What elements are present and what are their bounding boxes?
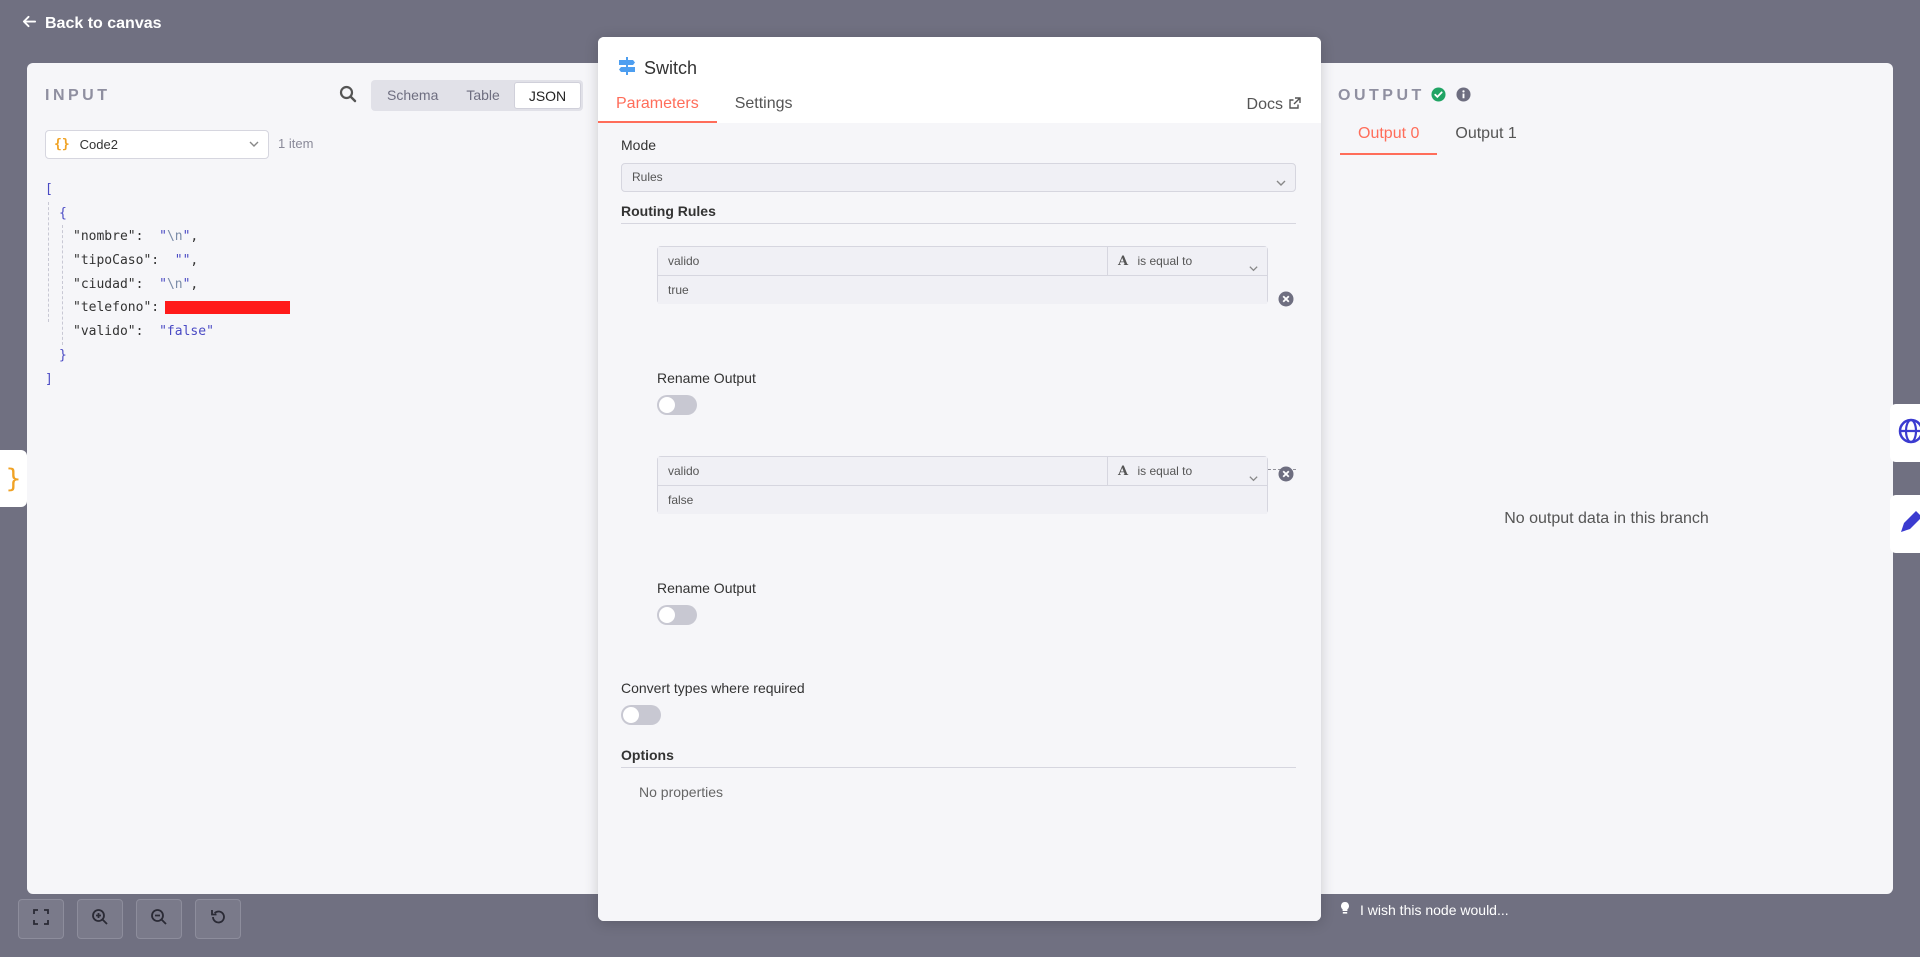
json-line: "tipoCaso": "",	[73, 253, 199, 269]
remove-rule-2-button[interactable]	[1278, 466, 1294, 482]
view-option-schema[interactable]: Schema	[373, 82, 452, 109]
json-line: }	[59, 347, 67, 363]
rule-2-operator-value: is equal to	[1137, 464, 1193, 478]
feature-request-link[interactable]: I wish this node would...	[1338, 901, 1509, 918]
remove-circle-icon	[1278, 466, 1294, 486]
pencil-icon	[1898, 509, 1920, 540]
next-node-tab-edit[interactable]	[1890, 495, 1920, 553]
parameters-panel: Mode Rules Routing Rules valido A is equ…	[598, 123, 1321, 921]
json-line: ]	[45, 371, 53, 387]
options-divider	[621, 767, 1296, 768]
zoom-out-icon	[150, 908, 168, 931]
docs-link[interactable]: Docs	[1247, 96, 1301, 114]
zoom-out-button[interactable]	[136, 899, 182, 939]
routing-rule-1: valido A is equal to true	[657, 246, 1268, 304]
chevron-down-icon	[1248, 466, 1259, 482]
zoom-in-button[interactable]	[77, 899, 123, 939]
next-node-tab-http[interactable]	[1890, 404, 1920, 462]
view-option-json[interactable]: JSON	[513, 82, 582, 109]
input-panel: INPUT Schema Table JSON {} Code2 1 item …	[27, 63, 597, 894]
json-line: "nombre": "\n",	[73, 229, 199, 245]
rule-2-left-value[interactable]: valido	[658, 457, 1108, 486]
rule-1-operator-value: is equal to	[1137, 254, 1193, 268]
json-line: "telefono":	[45, 296, 291, 320]
undo-icon	[209, 908, 227, 931]
tab-output-0[interactable]: Output 0	[1340, 125, 1438, 155]
convert-types-toggle[interactable]	[621, 705, 661, 725]
json-line: {	[59, 205, 67, 221]
empty-output-message: No output data in this branch	[1504, 510, 1709, 527]
routing-rules-divider	[621, 223, 1296, 224]
output-panel-title: OUTPUT	[1338, 87, 1425, 104]
remove-rule-1-button[interactable]	[1278, 291, 1294, 307]
zoom-in-icon	[91, 908, 109, 931]
view-mode-toggle: Schema Table JSON	[371, 80, 584, 111]
json-line: [	[45, 182, 53, 197]
rule-1-right-value[interactable]: true	[658, 276, 1267, 304]
mode-select-value: Rules	[632, 170, 663, 184]
chevron-down-icon	[1248, 256, 1259, 272]
output-tabs: Output 0 Output 1	[1340, 125, 1535, 155]
rule-2-right-value[interactable]: false	[658, 486, 1267, 514]
rule-1-left-value[interactable]: valido	[658, 247, 1108, 276]
feature-request-label: I wish this node would...	[1360, 901, 1509, 918]
search-icon	[339, 85, 357, 107]
modal-tabs: Parameters Settings	[598, 95, 811, 123]
back-to-canvas-label: Back to canvas	[45, 15, 162, 32]
canvas-zoom-controls	[18, 899, 241, 939]
arrow-left-icon	[22, 14, 37, 34]
reset-zoom-button[interactable]	[195, 899, 241, 939]
tab-settings[interactable]: Settings	[717, 95, 811, 123]
tab-output-1[interactable]: Output 1	[1437, 125, 1534, 155]
rule-2-rename-output-label: Rename Output	[657, 580, 756, 596]
chevron-down-icon	[1275, 172, 1287, 186]
rule-2-operator-select[interactable]: A is equal to	[1108, 457, 1267, 486]
chevron-down-icon	[248, 138, 260, 150]
string-type-icon: A	[1118, 254, 1129, 269]
routing-rule-2-box: valido A is equal to false	[657, 456, 1268, 514]
lightbulb-icon	[1338, 901, 1352, 918]
input-node-select-value: Code2	[79, 137, 118, 152]
back-to-canvas-link[interactable]: Back to canvas	[22, 14, 162, 34]
fit-view-icon	[32, 908, 50, 931]
docs-label: Docs	[1246, 96, 1283, 113]
previous-node-tab[interactable]: }	[0, 450, 27, 507]
view-option-table[interactable]: Table	[452, 82, 513, 109]
search-button[interactable]	[339, 85, 361, 107]
remove-circle-icon	[1278, 291, 1294, 311]
globe-icon	[1898, 418, 1920, 449]
node-title: Switch	[618, 57, 697, 80]
rule-1-rename-output-label: Rename Output	[657, 370, 756, 386]
tab-parameters[interactable]: Parameters	[598, 95, 717, 123]
convert-types-label: Convert types where required	[621, 680, 805, 696]
switch-node-icon	[618, 57, 636, 80]
redacted-value	[165, 301, 291, 315]
output-panel: OUTPUT Output 0 Output 1 No output data …	[1320, 63, 1893, 894]
rule-1-rename-output-toggle[interactable]	[657, 395, 697, 415]
info-icon[interactable]	[1456, 87, 1471, 107]
code-node-icon: {}	[54, 137, 70, 152]
curly-brace-icon: }	[5, 463, 22, 494]
item-count: 1 item	[278, 136, 314, 151]
node-title-text[interactable]: Switch	[644, 58, 697, 79]
no-properties-text: No properties	[639, 784, 724, 800]
json-line: "ciudad": "\n",	[73, 276, 199, 292]
input-panel-title: INPUT	[45, 87, 111, 104]
input-node-select[interactable]: {} Code2	[45, 130, 269, 159]
rule-1-operator-select[interactable]: A is equal to	[1108, 247, 1267, 276]
mode-select[interactable]: Rules	[621, 163, 1296, 192]
routing-rules-title: Routing Rules	[621, 203, 716, 219]
options-title: Options	[621, 747, 674, 763]
output-status	[1431, 87, 1471, 107]
json-line: "valido": "false"	[73, 324, 214, 340]
string-type-icon: A	[1118, 464, 1129, 479]
rule-2-rename-output-toggle[interactable]	[657, 605, 697, 625]
external-link-icon	[1289, 96, 1301, 114]
json-viewer: [ { "nombre": "\n", "tipoCaso": "", "ciu…	[45, 178, 291, 391]
modal-header: Switch Parameters Settings Docs	[598, 37, 1321, 123]
fit-view-button[interactable]	[18, 899, 64, 939]
success-check-icon	[1431, 87, 1446, 107]
mode-label: Mode	[621, 137, 657, 153]
